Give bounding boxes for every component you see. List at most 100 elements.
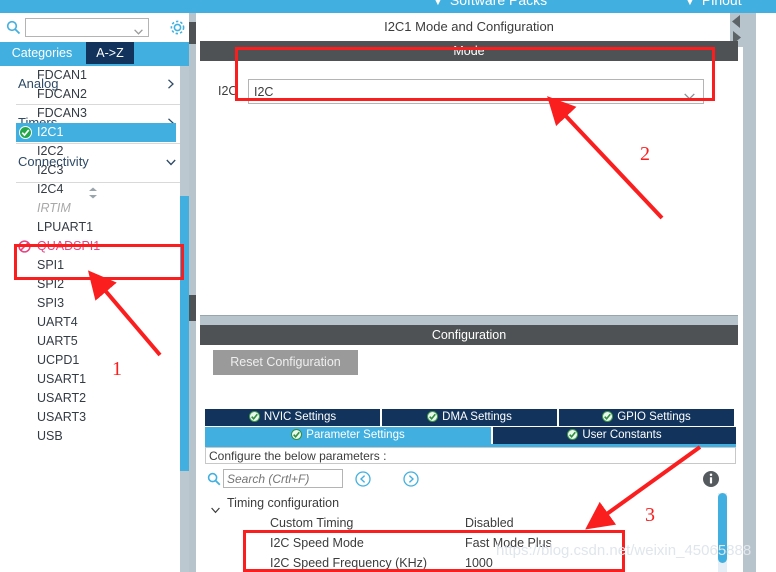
- tab-user-constants[interactable]: User Constants: [493, 427, 736, 444]
- check-circle-icon: [19, 126, 32, 139]
- menu-item-pinout-label: Pinout: [701, 0, 742, 8]
- right-rail-strip: [743, 13, 756, 572]
- peripheral-item-spi3[interactable]: SPI3: [0, 294, 196, 313]
- peripheral-item-quadspi1[interactable]: QUADSPI1: [0, 237, 196, 256]
- tab-gpio-settings[interactable]: GPIO Settings: [559, 409, 734, 426]
- peripheral-item-label: USART3: [37, 410, 87, 424]
- search-icon: [207, 472, 221, 486]
- sidebar-tabs: Categories A->Z: [0, 42, 196, 64]
- tab-label: GPIO Settings: [617, 411, 691, 423]
- mode-section-header: Mode: [200, 41, 738, 61]
- peripheral-item-label: I2C1: [37, 125, 64, 139]
- peripheral-item-fdcan2[interactable]: FDCAN2: [0, 85, 196, 104]
- menu-item-pinout[interactable]: ▼ Pinout: [684, 0, 742, 8]
- tree-group-timing-configuration[interactable]: Timing configuration: [205, 493, 715, 514]
- search-prev-icon[interactable]: [355, 471, 371, 487]
- menu-item-software-packs-label: Software Packs: [449, 0, 548, 8]
- parameter-value[interactable]: Disabled: [465, 513, 514, 533]
- peripheral-item-irtim[interactable]: IRTIM: [0, 199, 196, 218]
- peripheral-item-label: USB: [37, 429, 63, 443]
- panel-splitter-handle-mid[interactable]: [189, 295, 196, 321]
- check-circle-icon: [427, 411, 439, 428]
- peripheral-item-i2c3[interactable]: I2C3: [0, 161, 196, 180]
- peripheral-item-label: UART5: [37, 334, 78, 348]
- peripheral-item-fdcan1[interactable]: FDCAN1: [0, 66, 196, 85]
- peripheral-item-spi1[interactable]: SPI1: [0, 256, 196, 275]
- parameter-value[interactable]: 1000: [465, 553, 493, 572]
- sidebar-scrollbar-thumb[interactable]: [180, 196, 189, 471]
- mode-label: I2C: [218, 84, 238, 98]
- tab-label: NVIC Settings: [263, 411, 337, 423]
- check-circle-icon: [602, 411, 614, 428]
- peripheral-item-label: I2C2: [37, 144, 64, 158]
- chevron-down-icon: [134, 24, 143, 35]
- tab-categories[interactable]: Categories: [2, 42, 82, 64]
- peripheral-item-label: USART2: [37, 391, 87, 405]
- mode-section-body: I2C I2C: [200, 61, 738, 316]
- right-rail: [743, 13, 776, 572]
- tree-rows: Custom Timing Disabled I2C Speed Mode Fast …: [205, 513, 715, 572]
- parameter-name: I2C Speed Frequency (KHz): [270, 556, 428, 570]
- parameter-value[interactable]: Fast Mode Plus: [465, 533, 552, 553]
- peripheral-item-label: IRTIM: [37, 201, 71, 215]
- peripheral-category-list: Analog Timers Connectivity: [0, 66, 196, 572]
- menu-bullet-icon: ▼: [684, 0, 696, 8]
- peripheral-item-label: FDCAN2: [37, 87, 88, 101]
- parameters-vertical-scrollbar[interactable]: [718, 493, 727, 572]
- peripheral-item-lpuart1[interactable]: LPUART1: [0, 218, 196, 237]
- sidebar-search-combo[interactable]: [25, 18, 149, 37]
- tab-label: User Constants: [582, 429, 662, 441]
- peripheral-item-label: FDCAN3: [37, 106, 88, 120]
- check-circle-icon: [248, 411, 260, 428]
- scroll-left-arrow-icon[interactable]: [731, 14, 742, 29]
- peripheral-item-spi2[interactable]: SPI2: [0, 275, 196, 294]
- parameter-row[interactable]: Custom Timing Disabled: [205, 513, 715, 533]
- menu-item-software-packs[interactable]: ▼ Software Packs: [432, 0, 547, 8]
- parameter-row[interactable]: I2C Speed Mode Fast Mode Plus: [205, 533, 715, 553]
- peripheral-item-ucpd1[interactable]: UCPD1: [0, 351, 196, 370]
- i2c-mode-selected-value: I2C: [254, 85, 274, 99]
- parameter-name: Custom Timing: [270, 516, 354, 530]
- peripheral-item-i2c1[interactable]: I2C1: [16, 123, 176, 142]
- peripheral-item-label: QUADSPI1: [37, 239, 101, 253]
- peripheral-item-uart4[interactable]: UART4: [0, 313, 196, 332]
- gear-icon[interactable]: [168, 18, 187, 37]
- peripheral-item-label: UCPD1: [37, 353, 80, 367]
- sidebar-vertical-scrollbar[interactable]: [180, 66, 189, 572]
- configuration-section-body: Reset Configuration NVIC Settings DMA Set…: [200, 345, 738, 572]
- panel-splitter[interactable]: [189, 13, 196, 572]
- info-icon[interactable]: [702, 470, 720, 488]
- parameters-note: Configure the below parameters :: [205, 447, 736, 464]
- peripheral-item-label: SPI1: [37, 258, 65, 272]
- tab-a-to-z[interactable]: A->Z: [86, 42, 134, 64]
- tab-parameter-settings[interactable]: Parameter Settings: [205, 427, 491, 444]
- tab-dma-settings[interactable]: DMA Settings: [382, 409, 557, 426]
- chevron-down-icon: [211, 500, 220, 514]
- parameter-row[interactable]: I2C Speed Frequency (KHz) 1000: [205, 553, 715, 572]
- parameters-scrollbar-thumb[interactable]: [718, 493, 727, 563]
- peripheral-item-uart5[interactable]: UART5: [0, 332, 196, 351]
- tab-nvic-settings[interactable]: NVIC Settings: [205, 409, 380, 426]
- reset-configuration-button[interactable]: Reset Configuration: [213, 350, 358, 375]
- peripheral-item-label: LPUART1: [37, 220, 94, 234]
- peripheral-item-usart1[interactable]: USART1: [0, 370, 196, 389]
- i2c-mode-select[interactable]: I2C: [248, 79, 704, 104]
- menu-bullet-icon: ▼: [432, 0, 444, 8]
- peripheral-item-i2c4[interactable]: I2C4: [0, 180, 196, 199]
- tab-label: DMA Settings: [442, 411, 512, 423]
- peripheral-item-label: USART1: [37, 372, 87, 386]
- peripheral-item-label: SPI2: [37, 277, 65, 291]
- peripheral-item-fdcan3[interactable]: FDCAN3: [0, 104, 196, 123]
- config-tab-row-2: Parameter Settings User Constants: [205, 427, 736, 444]
- peripheral-list: FDCAN1 FDCAN2 FDCAN3 I2C1 I2C2 I2C3 I2C4 IRTIM L…: [0, 66, 196, 446]
- chevron-down-icon: [684, 89, 695, 100]
- parameter-search-input[interactable]: [223, 469, 343, 488]
- configuration-panel: I2C1 Mode and Configuration Mode I2C I2C: [196, 13, 776, 572]
- search-next-icon[interactable]: [403, 471, 419, 487]
- peripheral-item-usart3[interactable]: USART3: [0, 408, 196, 427]
- peripheral-item-usb[interactable]: USB: [0, 427, 196, 446]
- peripheral-item-label: I2C4: [37, 182, 64, 196]
- peripheral-item-usart2[interactable]: USART2: [0, 389, 196, 408]
- peripheral-item-i2c2[interactable]: I2C2: [0, 142, 196, 161]
- panel-splitter-handle-top[interactable]: [189, 22, 196, 44]
